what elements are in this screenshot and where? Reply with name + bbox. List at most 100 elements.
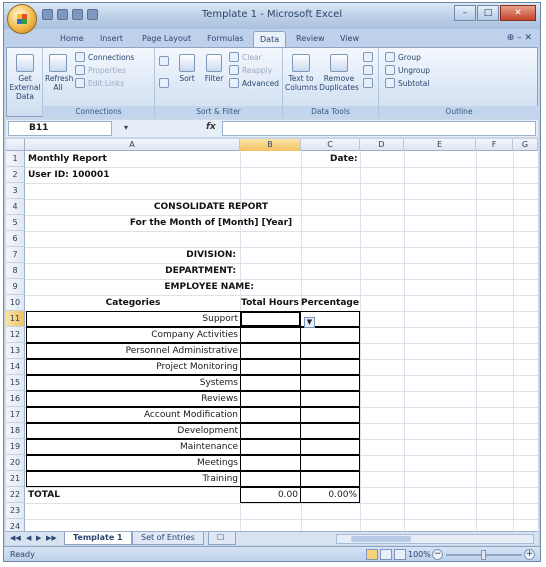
tab-formulas[interactable]: Formulas — [201, 31, 250, 47]
percentage-cell[interactable] — [300, 375, 360, 391]
row-header-2[interactable]: 2 — [6, 167, 25, 183]
total-hours-cell[interactable] — [240, 439, 301, 455]
column-header-c[interactable]: C — [301, 139, 360, 151]
reapply-button[interactable]: Reapply — [229, 65, 272, 75]
refresh-all-button[interactable]: Refresh All — [45, 54, 73, 92]
row-header-9[interactable]: 9 — [6, 279, 25, 295]
subtotal-button[interactable]: Subtotal — [385, 78, 429, 88]
tab-insert[interactable]: Insert — [94, 31, 129, 47]
tab-data[interactable]: Data — [253, 31, 287, 47]
category-cell[interactable]: Reviews — [26, 391, 241, 407]
edit-links-button[interactable]: Edit Links — [75, 78, 124, 88]
clear-filter-button[interactable]: Clear — [229, 52, 262, 62]
row-header-18[interactable]: 18 — [6, 423, 25, 439]
percentage-cell[interactable] — [300, 327, 360, 343]
column-header-b[interactable]: B — [240, 139, 301, 151]
maximize-button[interactable]: □ — [477, 5, 499, 21]
row-header-20[interactable]: 20 — [6, 455, 25, 471]
category-cell[interactable]: Meetings — [26, 455, 241, 471]
percentage-cell[interactable] — [300, 439, 360, 455]
total-hours-cell[interactable] — [240, 359, 301, 375]
first-sheet-icon[interactable]: ◀◀ — [10, 534, 21, 542]
row-header-6[interactable]: 6 — [6, 231, 25, 247]
tab-home[interactable]: Home — [54, 31, 90, 47]
category-cell[interactable]: Account Modification — [26, 407, 241, 423]
sort-za-button[interactable] — [159, 78, 169, 88]
percentage-cell[interactable] — [300, 391, 360, 407]
category-cell[interactable]: Personnel Administrative — [26, 343, 241, 359]
sort-button[interactable]: Sort — [175, 54, 199, 83]
worksheet-grid[interactable]: ABCDEFG 1 2 3 4 5 6 7 8 9 10 11 12 13 14 15 16 17 18 19 20 2… — [6, 139, 538, 531]
row-header-11[interactable]: 11 — [6, 311, 25, 327]
sheet-tab-set-of-entries[interactable]: Set of Entries — [132, 532, 204, 545]
percentage-cell[interactable] — [300, 455, 360, 471]
row-header-23[interactable]: 23 — [6, 503, 25, 519]
tab-view[interactable]: View — [334, 31, 365, 47]
what-if-button[interactable] — [363, 78, 373, 88]
percentage-cell[interactable] — [300, 407, 360, 423]
sheet-tab-template-1[interactable]: Template 1 — [64, 532, 132, 545]
insert-function-icon[interactable]: fx — [206, 122, 216, 132]
tab-page-layout[interactable]: Page Layout — [136, 31, 197, 47]
filter-button[interactable]: Filter — [203, 54, 225, 83]
sort-az-button[interactable] — [159, 56, 169, 66]
row-header-7[interactable]: 7 — [6, 247, 25, 263]
zoom-out-icon[interactable]: − — [432, 549, 443, 560]
total-hours-cell[interactable] — [240, 375, 301, 391]
zoom-slider-thumb[interactable] — [481, 550, 486, 560]
total-percentage-value[interactable]: 0.00% — [300, 487, 360, 503]
percentage-cell[interactable] — [300, 343, 360, 359]
close-button[interactable]: ✕ — [500, 5, 536, 21]
category-cell[interactable]: Systems — [26, 375, 241, 391]
get-external-data-button[interactable]: Get External Data — [9, 54, 41, 101]
connections-button[interactable]: Connections — [75, 52, 134, 62]
help-icon[interactable]: ⊕ – ✕ — [507, 33, 532, 43]
horizontal-scrollbar[interactable] — [336, 534, 534, 544]
row-header-10[interactable]: 10 — [6, 295, 25, 311]
category-cell[interactable]: Support — [26, 311, 241, 327]
select-all-corner[interactable] — [6, 139, 25, 151]
data-validation-button[interactable] — [363, 52, 373, 62]
row-header-21[interactable]: 21 — [6, 471, 25, 487]
row-header-12[interactable]: 12 — [6, 327, 25, 343]
page-break-view-icon[interactable] — [394, 549, 406, 560]
row-header-19[interactable]: 19 — [6, 439, 25, 455]
total-hours-cell[interactable] — [240, 343, 301, 359]
column-header-e[interactable]: E — [404, 139, 476, 151]
tab-review[interactable]: Review — [290, 31, 331, 47]
consolidate-button[interactable] — [363, 65, 373, 75]
percentage-cell[interactable] — [300, 471, 360, 487]
insert-sheet-icon[interactable]: ☐ — [208, 532, 236, 545]
last-sheet-icon[interactable]: ▶▶ — [46, 534, 57, 542]
chevron-down-icon[interactable]: ▾ — [124, 123, 128, 132]
ungroup-button[interactable]: Ungroup — [385, 65, 430, 75]
total-hours-cell[interactable] — [240, 391, 301, 407]
category-cell[interactable]: Training — [26, 471, 241, 487]
row-header-8[interactable]: 8 — [6, 263, 25, 279]
total-hours-cell[interactable] — [240, 455, 301, 471]
row-header-5[interactable]: 5 — [6, 215, 25, 231]
row-header-17[interactable]: 17 — [6, 407, 25, 423]
percentage-cell[interactable] — [300, 423, 360, 439]
row-header-15[interactable]: 15 — [6, 375, 25, 391]
row-header-4[interactable]: 4 — [6, 199, 25, 215]
formula-input[interactable] — [222, 121, 536, 136]
total-hours-cell[interactable] — [240, 471, 301, 487]
prev-sheet-icon[interactable]: ◀ — [26, 534, 31, 542]
office-button[interactable] — [7, 4, 37, 34]
page-layout-view-icon[interactable] — [380, 549, 392, 560]
zoom-in-icon[interactable]: + — [524, 549, 535, 560]
total-hours-cell[interactable] — [240, 327, 301, 343]
column-header-g[interactable]: G — [513, 139, 538, 151]
next-sheet-icon[interactable]: ▶ — [36, 534, 41, 542]
row-header-16[interactable]: 16 — [6, 391, 25, 407]
column-header-d[interactable]: D — [360, 139, 404, 151]
normal-view-icon[interactable] — [366, 549, 378, 560]
percentage-cell[interactable] — [300, 359, 360, 375]
row-header-22[interactable]: 22 — [6, 487, 25, 503]
selected-cell-b11[interactable] — [240, 311, 301, 327]
total-hours-cell[interactable] — [240, 423, 301, 439]
row-header-3[interactable]: 3 — [6, 183, 25, 199]
row-header-1[interactable]: 1 — [6, 151, 25, 167]
dropdown-arrow-icon[interactable]: ▼ — [304, 317, 315, 328]
